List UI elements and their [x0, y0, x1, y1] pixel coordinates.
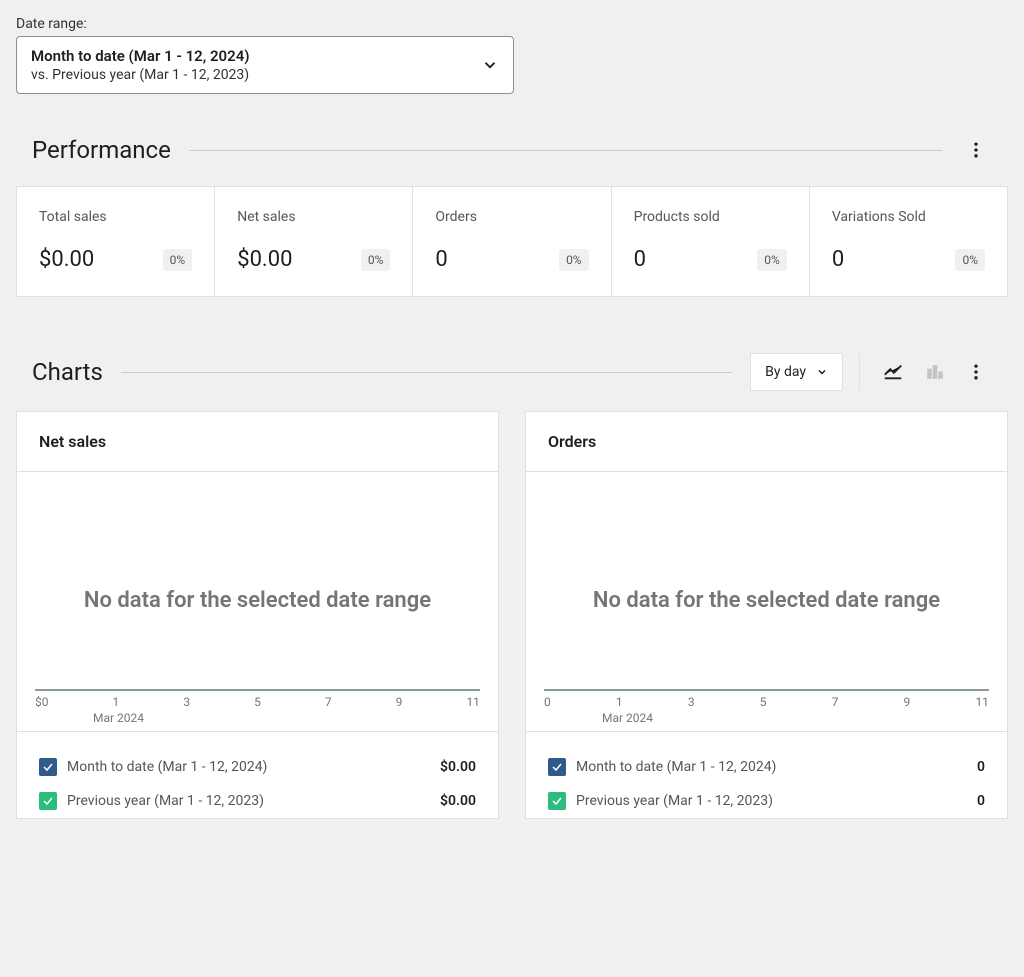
charts-row: Net sales No data for the selected date …: [16, 411, 1008, 819]
perf-card-label: Total sales: [39, 209, 192, 225]
perf-card-orders[interactable]: Orders 0 0%: [413, 187, 611, 296]
x-axis: 0 1 3 5 7 9 11 Mar 2024: [526, 689, 1007, 731]
date-range-secondary: vs. Previous year (Mar 1 - 12, 2023): [31, 67, 250, 83]
divider: [859, 354, 860, 390]
performance-header: Performance: [32, 134, 992, 166]
legend-checkbox[interactable]: [548, 758, 566, 776]
divider: [189, 150, 942, 151]
bar-chart-icon: [924, 360, 946, 382]
legend-item: Previous year (Mar 1 - 12, 2023) 0: [548, 784, 985, 818]
perf-card-variations-sold[interactable]: Variations Sold 0 0%: [810, 187, 1007, 296]
perf-card-label: Net sales: [237, 209, 390, 225]
legend-checkbox[interactable]: [548, 792, 566, 810]
check-icon: [551, 761, 563, 773]
chart-body: No data for the selected date range 0 1 …: [526, 472, 1007, 732]
legend-item: Previous year (Mar 1 - 12, 2023) $0.00: [39, 784, 476, 818]
ellipsis-vertical-icon: [966, 362, 986, 382]
perf-card-label: Products sold: [634, 209, 787, 225]
chevron-down-icon: [816, 366, 828, 378]
charts-title: Charts: [32, 358, 103, 386]
perf-card-delta: 0%: [361, 249, 391, 271]
perf-card-delta: 0%: [559, 249, 589, 271]
perf-card-value: $0.00: [237, 247, 292, 272]
perf-card-delta: 0%: [757, 249, 787, 271]
charts-options-button[interactable]: [960, 356, 992, 388]
legend-checkbox[interactable]: [39, 792, 57, 810]
performance-title: Performance: [32, 136, 171, 164]
chart-legend: Month to date (Mar 1 - 12, 2024) $0.00 P…: [17, 732, 498, 818]
chart-panel-net-sales: Net sales No data for the selected date …: [16, 411, 499, 819]
legend-label: Previous year (Mar 1 - 12, 2023): [576, 793, 773, 809]
divider: [121, 372, 732, 373]
chevron-down-icon: [481, 56, 499, 74]
chart-title[interactable]: Orders: [526, 412, 1007, 472]
perf-card-delta: 0%: [955, 249, 985, 271]
perf-card-value: $0.00: [39, 247, 94, 272]
performance-options-button[interactable]: [960, 134, 992, 166]
chart-body: No data for the selected date range $0 1…: [17, 472, 498, 732]
line-chart-icon: [882, 360, 904, 382]
x-ticks: $0 1 3 5 7 9 11: [35, 695, 480, 709]
x-month-label: Mar 2024: [602, 711, 989, 725]
legend-checkbox[interactable]: [39, 758, 57, 776]
legend-value: 0: [977, 793, 985, 809]
check-icon: [42, 761, 54, 773]
perf-card-value: 0: [435, 247, 447, 272]
check-icon: [42, 795, 54, 807]
legend-label: Month to date (Mar 1 - 12, 2024): [576, 759, 776, 775]
bar-chart-button[interactable]: [918, 354, 952, 391]
check-icon: [551, 795, 563, 807]
legend-value: $0.00: [440, 759, 476, 775]
date-range-primary: Month to date (Mar 1 - 12, 2024): [31, 47, 250, 65]
perf-card-label: Orders: [435, 209, 588, 225]
granularity-label: By day: [765, 364, 806, 380]
x-axis: $0 1 3 5 7 9 11 Mar 2024: [17, 689, 498, 731]
perf-card-label: Variations Sold: [832, 209, 985, 225]
chart-title[interactable]: Net sales: [17, 412, 498, 472]
perf-card-products-sold[interactable]: Products sold 0 0%: [612, 187, 810, 296]
perf-card-delta: 0%: [163, 249, 193, 271]
date-range-label: Date range:: [16, 16, 1008, 32]
legend-item: Month to date (Mar 1 - 12, 2024) $0.00: [39, 750, 476, 784]
date-range-picker[interactable]: Month to date (Mar 1 - 12, 2024) vs. Pre…: [16, 36, 514, 94]
line-chart-button[interactable]: [876, 354, 910, 391]
legend-item: Month to date (Mar 1 - 12, 2024) 0: [548, 750, 985, 784]
legend-label: Month to date (Mar 1 - 12, 2024): [67, 759, 267, 775]
chart-legend: Month to date (Mar 1 - 12, 2024) 0 Previ…: [526, 732, 1007, 818]
ellipsis-vertical-icon: [966, 140, 986, 160]
x-month-label: Mar 2024: [93, 711, 480, 725]
performance-grid: Total sales $0.00 0% Net sales $0.00 0% …: [16, 186, 1008, 297]
legend-value: $0.00: [440, 793, 476, 809]
perf-card-net-sales[interactable]: Net sales $0.00 0%: [215, 187, 413, 296]
perf-card-total-sales[interactable]: Total sales $0.00 0%: [17, 187, 215, 296]
charts-header: Charts By day: [32, 353, 992, 391]
x-ticks: 0 1 3 5 7 9 11: [544, 695, 989, 709]
perf-card-value: 0: [634, 247, 646, 272]
chart-panel-orders: Orders No data for the selected date ran…: [525, 411, 1008, 819]
legend-value: 0: [977, 759, 985, 775]
perf-card-value: 0: [832, 247, 844, 272]
granularity-select[interactable]: By day: [750, 353, 843, 391]
legend-label: Previous year (Mar 1 - 12, 2023): [67, 793, 264, 809]
